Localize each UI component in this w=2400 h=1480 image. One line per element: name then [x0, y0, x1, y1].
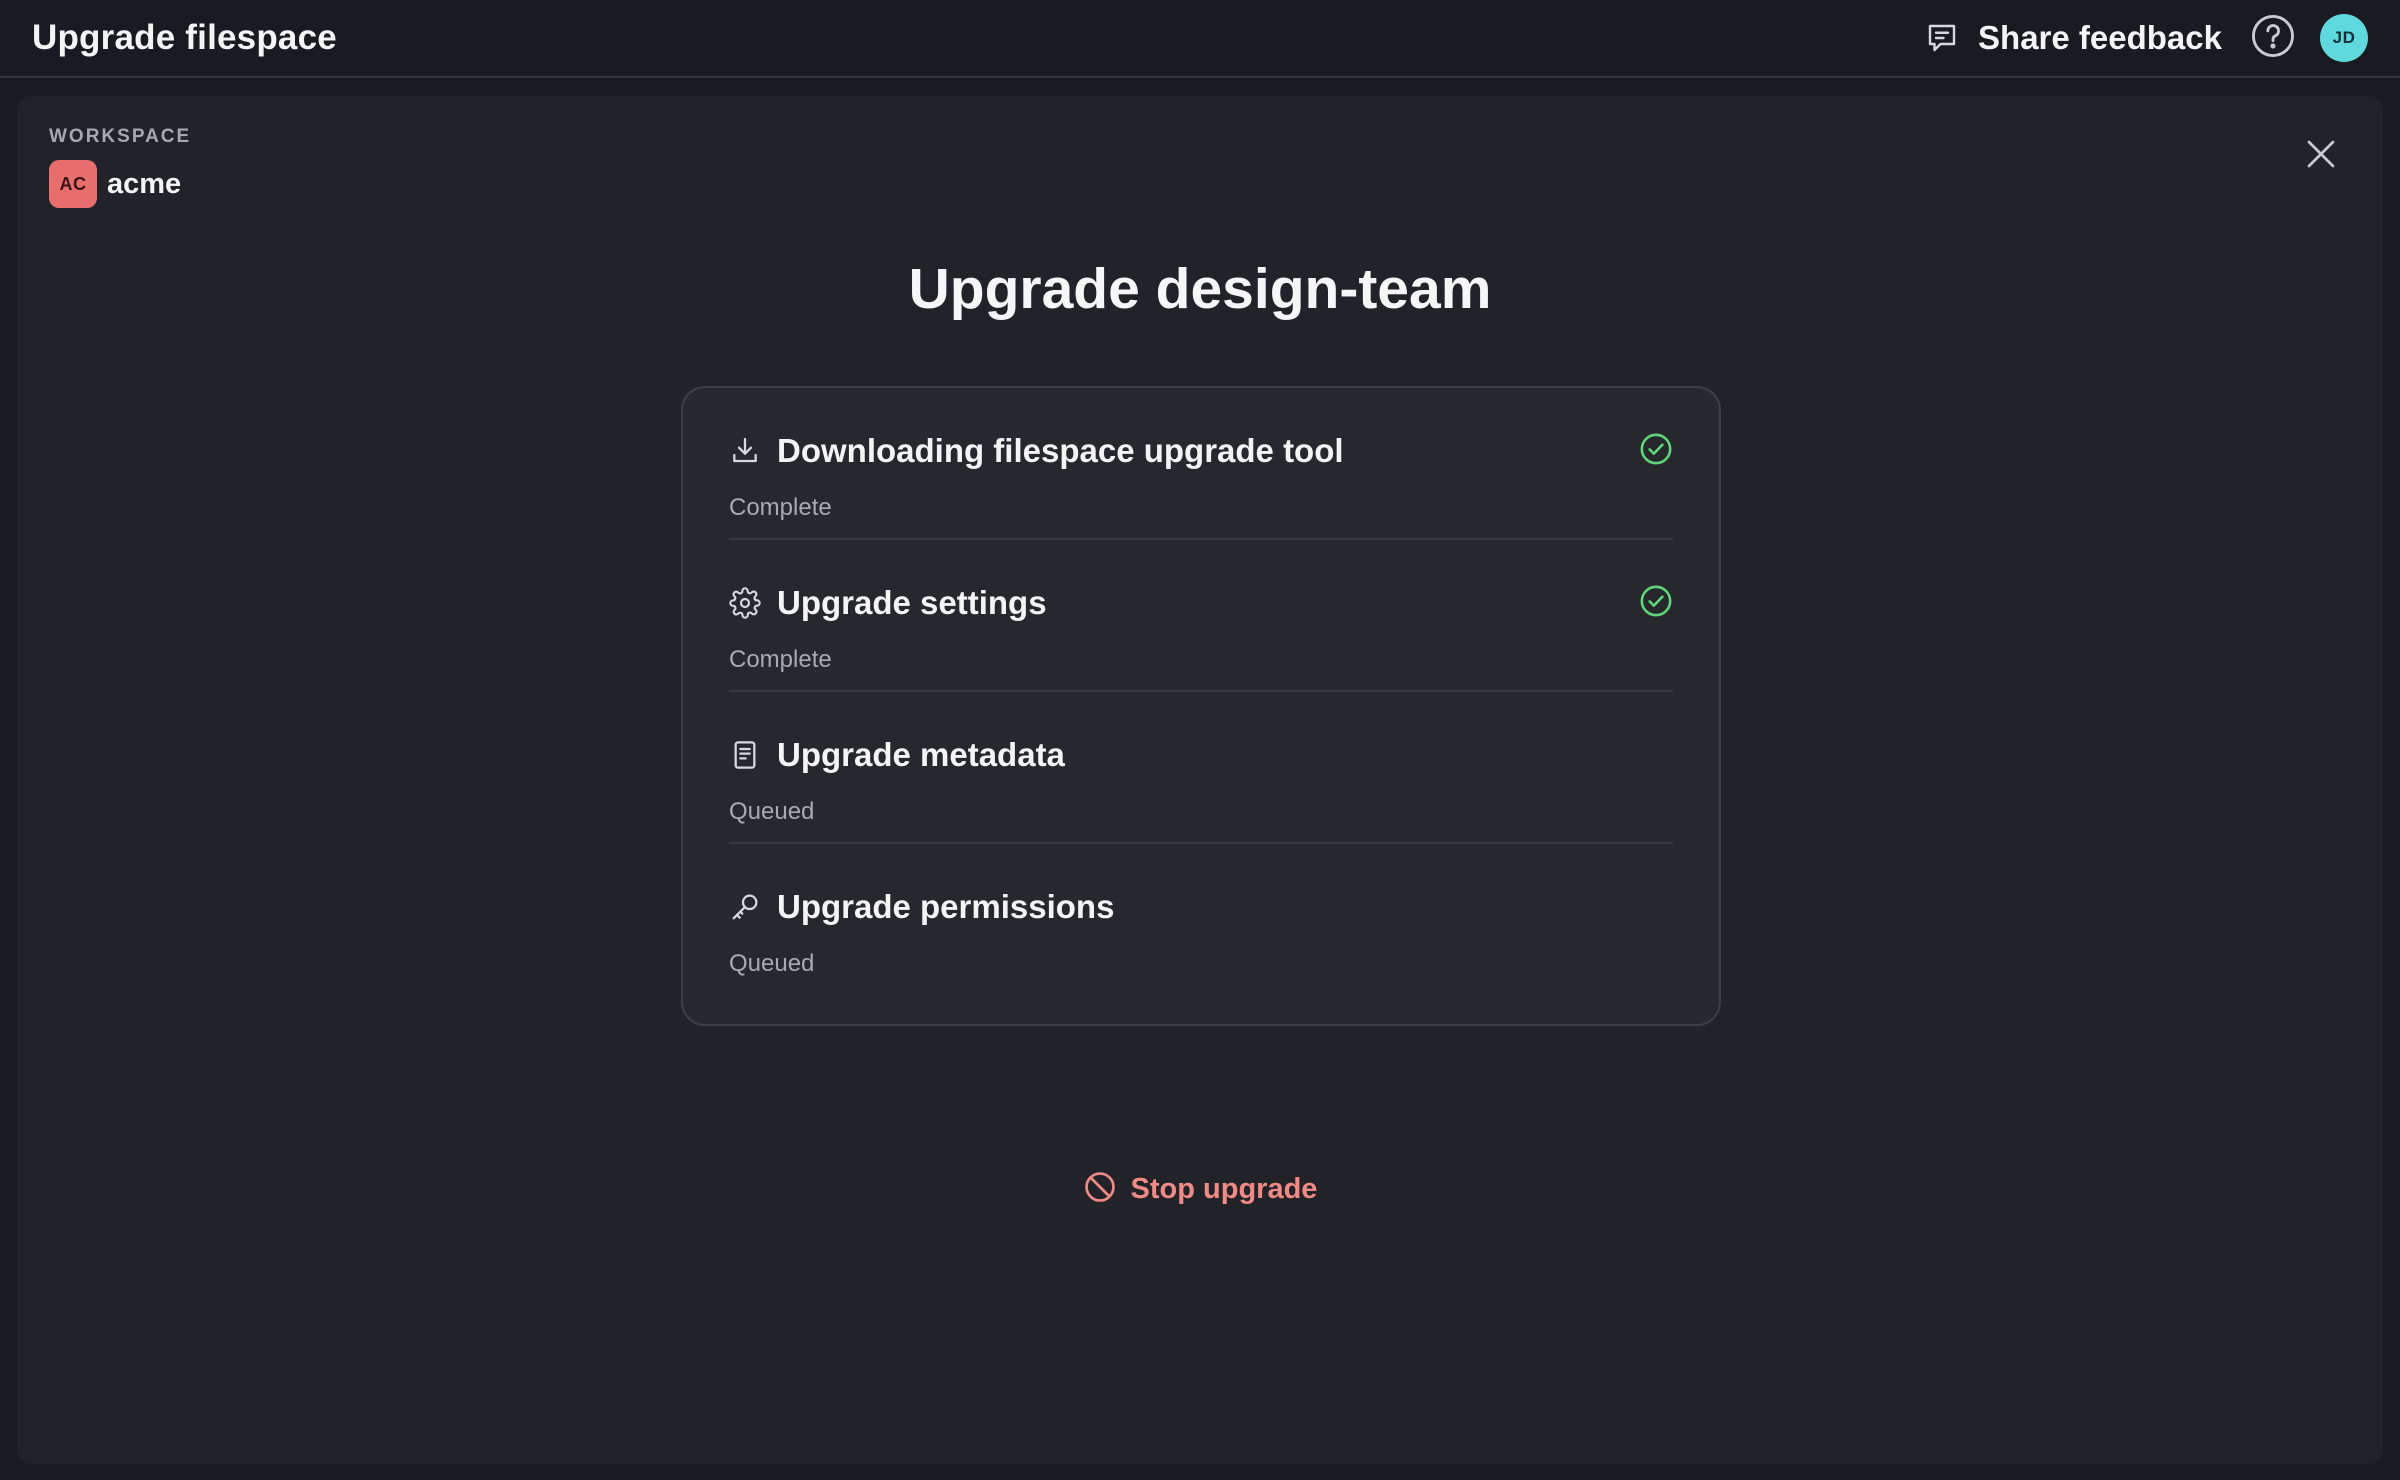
top-bar-actions: Share feedback JD	[1924, 14, 2368, 62]
step-title: Upgrade settings	[777, 584, 1047, 621]
stop-upgrade-button[interactable]: Stop upgrade	[17, 1170, 2383, 1209]
document-icon	[729, 739, 761, 771]
top-bar: Upgrade filespace Share feedback JD	[0, 0, 2400, 78]
gear-icon	[729, 587, 761, 619]
key-icon	[729, 891, 761, 923]
workspace-name: acme	[107, 167, 182, 200]
step-status: Queued	[729, 950, 815, 977]
workspace-label: WORKSPACE	[49, 126, 192, 147]
check-circle-icon	[1639, 432, 1673, 466]
close-icon	[2303, 136, 2339, 177]
workspace-selector[interactable]: AC acme	[49, 160, 191, 208]
upgrade-step: Upgrade metadata Queued	[729, 692, 1673, 844]
close-button[interactable]	[2297, 132, 2345, 180]
help-button[interactable]	[2250, 13, 2296, 64]
check-circle-icon	[1639, 584, 1673, 618]
workspace-info: WORKSPACE AC acme	[49, 126, 191, 208]
chat-feedback-icon	[1924, 20, 1960, 56]
step-status: Queued	[729, 798, 815, 825]
app-title: Upgrade filespace	[32, 18, 337, 57]
upgrade-step: Downloading filespace upgrade tool Compl…	[729, 388, 1673, 540]
step-title: Downloading filespace upgrade tool	[777, 432, 1344, 469]
step-status: Complete	[729, 494, 832, 521]
upgrade-step: Upgrade settings Complete	[729, 540, 1673, 692]
share-feedback-label: Share feedback	[1978, 19, 2222, 56]
upgrade-step: Upgrade permissions Queued	[729, 844, 1673, 996]
step-title: Upgrade permissions	[777, 888, 1115, 925]
prohibited-icon	[1083, 1170, 1117, 1209]
upgrade-steps-card: Downloading filespace upgrade tool Compl…	[681, 386, 1721, 1026]
stop-upgrade-label: Stop upgrade	[1130, 1173, 1318, 1205]
step-status: Complete	[729, 646, 832, 673]
share-feedback-button[interactable]: Share feedback	[1924, 19, 2222, 57]
page-title: Upgrade design-team	[908, 257, 1492, 321]
workspace-badge: AC	[49, 160, 97, 208]
user-avatar[interactable]: JD	[2320, 14, 2368, 62]
step-title: Upgrade metadata	[777, 736, 1065, 773]
download-icon	[729, 435, 761, 467]
help-icon	[2250, 13, 2296, 64]
upgrade-panel: WORKSPACE AC acme Upgrade design-team Do…	[17, 96, 2383, 1464]
